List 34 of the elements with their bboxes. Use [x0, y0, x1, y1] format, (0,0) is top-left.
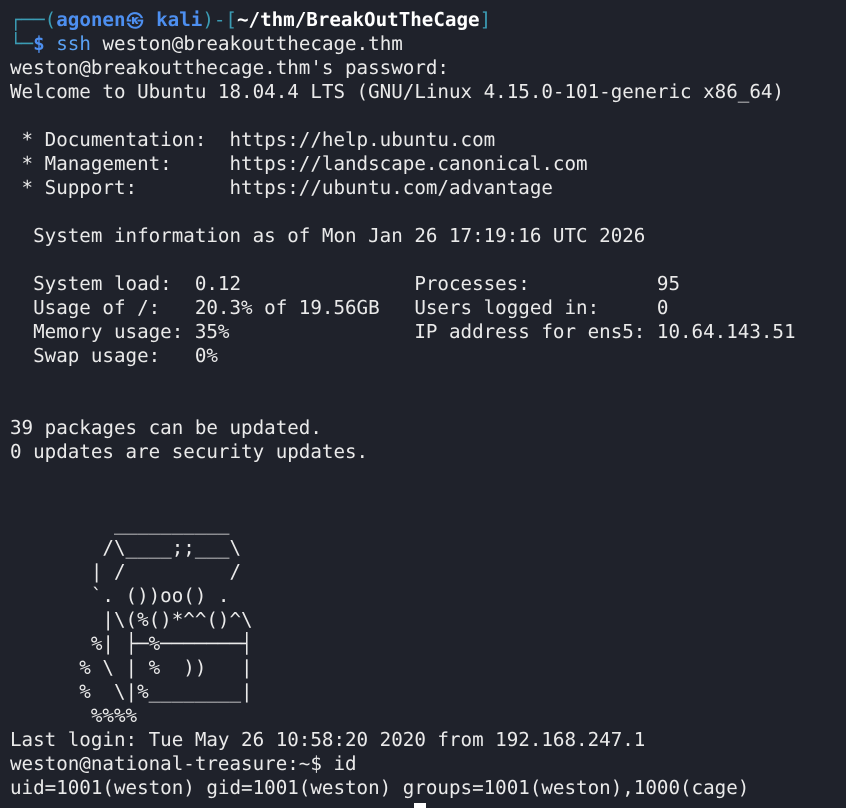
output-line: System load: 0.12 Processes: 95 [32, 272, 680, 295]
prompt-path: ~/thm/BreakOutTheCage [236, 8, 480, 31]
prompt-frame: └─ [10, 32, 34, 55]
output-line: System information as of Mon Jan 26 17:19:16 UTC 2026 [32, 224, 646, 247]
output-line: weston@breakoutthecage.thm's password: [10, 56, 449, 79]
ascii-art-line: | / / [90, 560, 242, 583]
output-line: Swap usage: 0% [32, 344, 218, 367]
output-line: * Management: https://landscape.canonical.com [20, 152, 588, 175]
ascii-art-line: |\(%()*^^()^\ [101, 608, 253, 631]
output-line: Usage of /: 20.3% of 19.56GB Users logged in: 0 [32, 296, 668, 319]
ascii-art-line: % \|%________| [78, 680, 253, 703]
command: ssh [56, 32, 91, 55]
ascii-art-line: /\____;;___\ [101, 536, 242, 559]
output-line: * Documentation: https://help.ubuntu.com [20, 128, 496, 151]
prompt-frame: )-[ [202, 8, 237, 31]
output-line: * Support: https://ubuntu.com/advantage [20, 176, 553, 199]
prompt-frame: ] [480, 8, 492, 31]
prompt-user: agonen㉿ [56, 8, 145, 31]
ascii-art-line: __________ [112, 512, 230, 535]
ascii-art-line: %%%% [90, 704, 138, 727]
ascii-art-line: `. ())oo() . [90, 584, 230, 607]
ascii-art-line: %| ├─%───────┤ [90, 632, 253, 655]
prompt-frame: ┌──( [10, 8, 56, 31]
ascii-art-line: % \ | % )) | [78, 656, 253, 679]
prompt-symbol: $ [33, 32, 45, 55]
prompt-host: kali [156, 8, 202, 31]
command-argument: weston@breakoutthecage.thm [102, 32, 403, 55]
output-line: Memory usage: 35% IP address for ens5: 10.64.143.51 [32, 320, 796, 343]
output-line: uid=1001(weston) gid=1001(weston) groups=1001(weston),1000(cage) [10, 776, 750, 799]
output-line: Last login: Tue May 26 10:58:20 2020 from 192.168.247.1 [10, 728, 646, 751]
output-line: Welcome to Ubuntu 18.04.4 LTS (GNU/Linux 4.15.0-101-generic x86_64) [10, 80, 784, 103]
output-line: weston@national-treasure:~$ id [10, 752, 357, 775]
output-line: 0 updates are security updates. [10, 440, 368, 463]
output-line: 39 packages can be updated. [10, 416, 322, 439]
